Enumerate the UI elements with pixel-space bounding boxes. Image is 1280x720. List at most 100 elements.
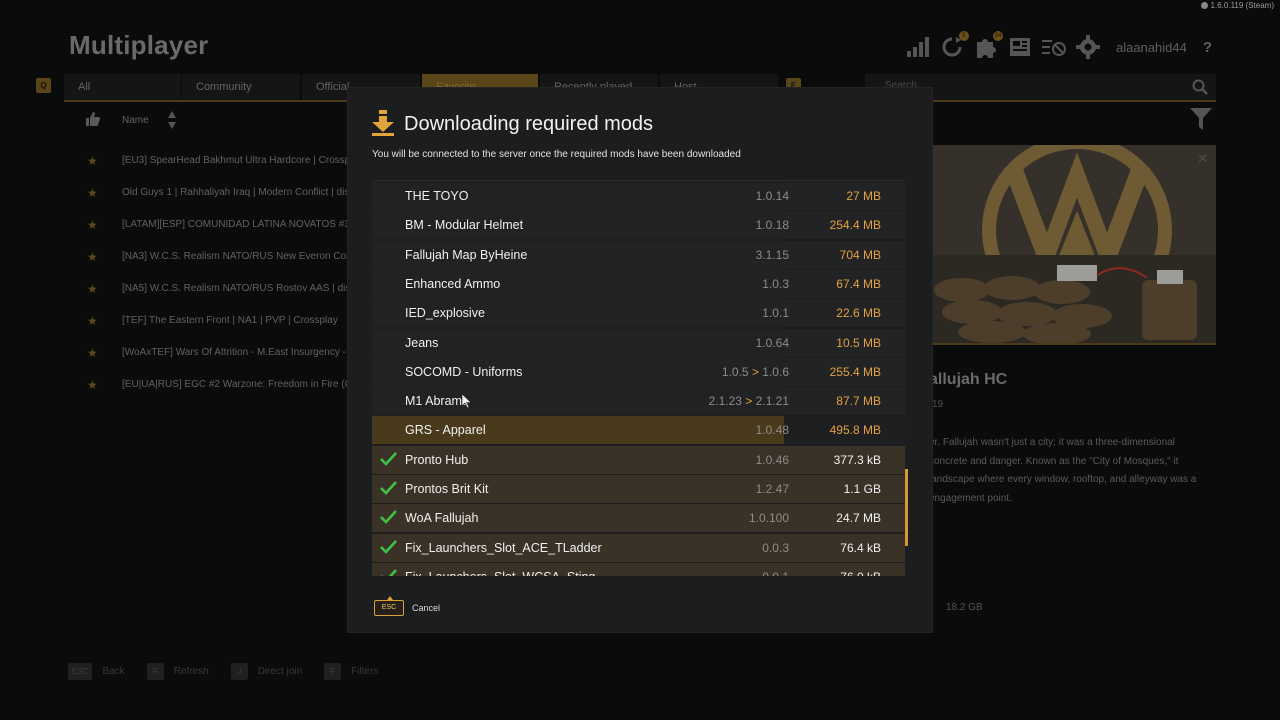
mod-version: 1.0.100: [749, 511, 789, 525]
mod-version: 1.0.14: [756, 189, 789, 203]
download-mods-dialog: Downloading required mods You will be co…: [348, 88, 932, 632]
close-icon[interactable]: ✕: [1197, 151, 1208, 167]
esc-key[interactable]: ESC: [374, 596, 404, 616]
mod-name: Fix_Launchers_Slot_ACE_TLadder: [405, 540, 602, 555]
direct-join-label[interactable]: Direct join: [258, 666, 302, 677]
preview-underline: [932, 343, 1216, 345]
server-name: [LATAM][ESP] COMUNIDAD LATINA NOVATOS #3…: [122, 219, 348, 230]
server-name: [WoAxTEF] Wars Of Attrition - M.East Ins…: [122, 347, 348, 358]
mod-name: IED_explosive: [405, 306, 485, 321]
filters-label[interactable]: Filters: [351, 666, 378, 677]
mod-size: 22.6 MB: [836, 306, 881, 321]
mod-version: 1.0.64: [756, 336, 789, 350]
refresh-label[interactable]: Refresh: [174, 666, 209, 677]
tab-all[interactable]: All: [64, 74, 181, 100]
dialog-title: Downloading required mods: [404, 113, 654, 135]
server-row[interactable]: ★ [NA5] W.C.S. Realism NATO/RUS Rostov AA…: [64, 274, 348, 306]
mod-current-version: 1.0.5: [721, 364, 749, 379]
mod-size: 377.3 kB: [833, 452, 881, 467]
page-title: Multiplayer: [69, 30, 209, 60]
server-subtitle: 19: [932, 399, 944, 410]
server-name: [EU|UA|RUS] EGC #2 Warzone: Freedom in F…: [122, 379, 348, 390]
mod-size: 704 MB: [839, 247, 881, 262]
server-list-header: Name: [64, 104, 354, 136]
mod-size: 76.0 kB: [840, 570, 881, 576]
server-row[interactable]: ★ [EU|UA|RUS] EGC #2 Warzone: Freedom in …: [64, 370, 348, 402]
gear-icon[interactable]: [1075, 35, 1100, 59]
direct-join-key[interactable]: J: [230, 663, 248, 680]
mod-name: Fix_Launchers_Slot_WCSA_Sting: [405, 570, 595, 576]
server-row[interactable]: ★ [TEF] The Eastern Front | NA1 | PVP | C…: [64, 306, 348, 338]
puzzle-icon[interactable]: 34: [974, 31, 1003, 59]
signal-icon[interactable]: [906, 35, 930, 59]
server-name: Old Guys 1 | Rahhaliyah Iraq | Modern Co…: [122, 187, 348, 198]
server-row[interactable]: ★ [NA3] W.C.S. Realism NATO/RUS New Evero…: [64, 242, 348, 274]
blocked-list-icon[interactable]: [1041, 35, 1066, 59]
search-icon[interactable]: [1192, 79, 1208, 100]
back-key[interactable]: ESC: [68, 663, 93, 680]
name-column-header[interactable]: Name: [122, 115, 149, 126]
mod-row: GRS - Apparel 1.0.48 495.8 MB: [372, 416, 905, 445]
tab-community[interactable]: Community: [182, 74, 300, 100]
mod-current-version: 1.0.1: [762, 306, 789, 321]
tab-prev-key[interactable]: Q: [36, 78, 51, 93]
username[interactable]: alaanahid44: [1116, 40, 1187, 55]
help-button[interactable]: ?: [1203, 39, 1212, 56]
mod-target-version: 1.0.6: [762, 364, 789, 379]
news-icon[interactable]: [1008, 35, 1032, 59]
mod-name: WoA Fallujah: [405, 511, 479, 526]
scrollbar-thumb[interactable]: [905, 469, 908, 546]
sort-icon[interactable]: [168, 111, 176, 134]
refresh-key[interactable]: R: [146, 663, 164, 680]
mod-current-version: 1.0.14: [755, 189, 789, 203]
thumbs-up-icon[interactable]: [86, 112, 100, 131]
checkmark-icon: [380, 539, 397, 559]
star-icon[interactable]: ★: [87, 250, 98, 264]
mod-size: 67.4 MB: [836, 276, 881, 291]
mod-name: Jeans: [405, 335, 439, 350]
server-preview-image: ✕: [932, 145, 1216, 344]
download-icon: [372, 110, 394, 141]
server-row[interactable]: ★ Old Guys 1 | Rahhaliyah Iraq | Modern C…: [64, 178, 348, 210]
mod-current-version: 1.0.18: [755, 218, 789, 233]
mod-version: 0.0.1: [762, 570, 789, 576]
server-list: ★ [EU3] SpearHead Bakhmut Ultra Hardcore …: [64, 146, 348, 402]
dialog-subtitle: You will be connected to the server once…: [372, 149, 741, 160]
mod-size-cell: [784, 182, 905, 210]
mod-size: 87.7 MB: [836, 394, 881, 409]
filter-icon[interactable]: [1190, 108, 1212, 135]
mod-target-version: 2.1.21: [755, 394, 789, 409]
server-row[interactable]: ★ [WoAxTEF] Wars Of Attrition - M.East In…: [64, 338, 348, 370]
refresh-badge: 5: [958, 31, 969, 41]
star-icon[interactable]: ★: [87, 314, 98, 328]
mod-current-version: 1.0.3: [762, 276, 789, 291]
mod-name: BM - Modular Helmet: [405, 218, 524, 233]
star-icon[interactable]: ★: [87, 154, 98, 168]
mod-row: Jeans 1.0.64 10.5 MB: [372, 328, 905, 357]
filters-key[interactable]: F: [324, 663, 342, 680]
back-label[interactable]: Back: [102, 666, 124, 677]
cancel-button[interactable]: Cancel: [412, 603, 440, 613]
mod-list[interactable]: THE TOYO 1.0.14 27 MB BM - Modular Helmet 1.…: [372, 180, 905, 576]
server-name: [NA5] W.C.S. Realism NATO/RUS Rostov AAS…: [122, 283, 348, 294]
mod-row: M1 Abrams 2.1.23 > 2.1.21 87.7 MB: [372, 387, 905, 416]
refresh-icon[interactable]: 5: [940, 31, 969, 59]
star-icon[interactable]: ★: [87, 186, 98, 200]
mod-row: Fix_Launchers_Slot_WCSA_Sting 0.0.1 76.0 k…: [372, 562, 905, 576]
server-row[interactable]: ★ [EU3] SpearHead Bakhmut Ultra Hardcore …: [64, 146, 348, 178]
star-icon[interactable]: ★: [87, 282, 98, 296]
mod-version: 1.0.18: [756, 218, 789, 232]
mod-size: 1.1 GB: [843, 482, 881, 496]
server-title: allujah HC: [929, 371, 1008, 388]
footer-actions: ESC Back R Refresh J Direct join F Filters: [68, 663, 390, 680]
mod-row: Fallujah Map ByHeine 3.1.15 704 MB: [372, 240, 905, 269]
mod-size: 255.4 MB: [829, 364, 881, 379]
star-icon[interactable]: ★: [87, 218, 98, 232]
server-row[interactable]: ★ [LATAM][ESP] COMUNIDAD LATINA NOVATOS #…: [64, 210, 348, 242]
star-icon[interactable]: ★: [87, 378, 98, 392]
mod-name: Enhanced Ammo: [405, 276, 501, 291]
mod-current-version: 1.0.64: [755, 335, 789, 350]
star-icon[interactable]: ★: [87, 346, 98, 360]
mod-version: 0.0.3: [762, 541, 789, 555]
version-arrow-icon: >: [741, 394, 756, 409]
